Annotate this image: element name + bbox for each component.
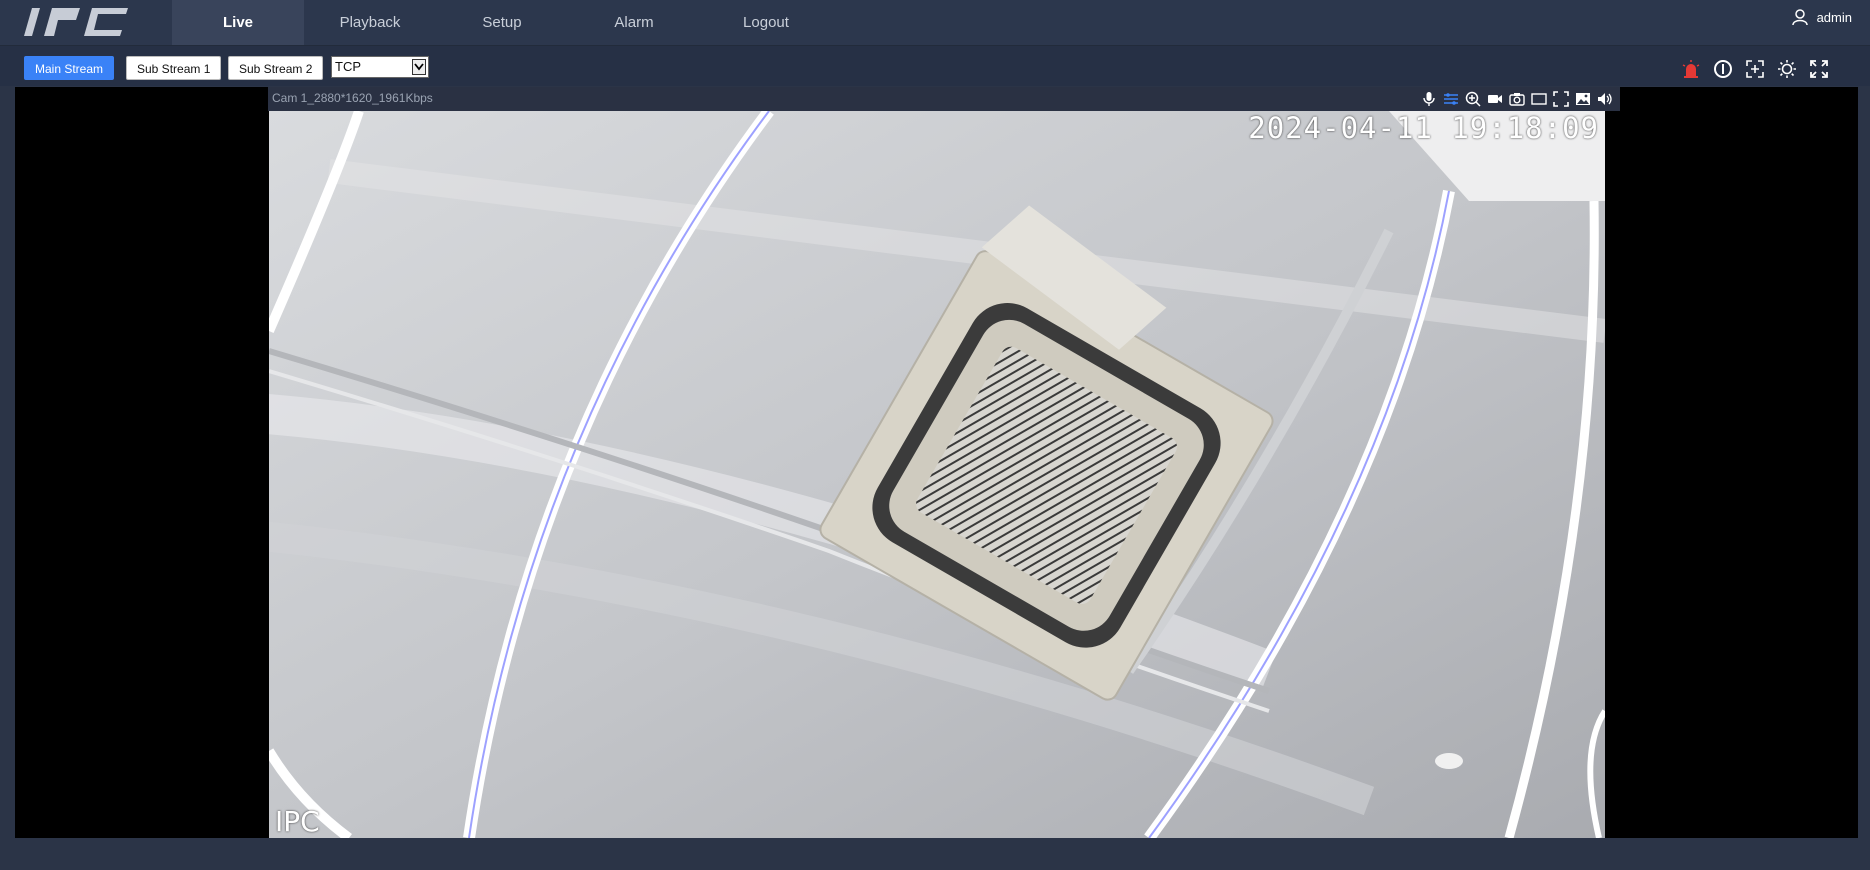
username: admin: [1816, 9, 1852, 25]
chevron-down-icon: [412, 59, 426, 75]
osd-timestamp: 2024-04-11 19:18:09: [1248, 111, 1599, 145]
nav-playback[interactable]: Playback: [304, 0, 436, 45]
main-nav: Live Playback Setup Alarm Logout: [172, 0, 832, 45]
user-menu[interactable]: admin: [1791, 8, 1852, 26]
camera-scene-image: [269, 111, 1605, 838]
nav-setup[interactable]: Setup: [436, 0, 568, 45]
footer-bar: [0, 838, 1870, 870]
speaker-icon[interactable]: [1596, 90, 1614, 108]
image-icon[interactable]: [1574, 90, 1592, 108]
video-header: Cam 1_2880*1620_1961Kbps: [268, 87, 1620, 111]
snapshot-icon[interactable]: [1508, 90, 1526, 108]
nav-logout[interactable]: Logout: [700, 0, 832, 45]
video-toolbar: [1420, 90, 1614, 108]
camera-video-feed[interactable]: 2024-04-11 19:18:09 IPC: [269, 111, 1605, 838]
nav-alarm[interactable]: Alarm: [568, 0, 700, 45]
protocol-value: TCP: [335, 59, 361, 74]
microphone-icon[interactable]: [1420, 90, 1438, 108]
protocol-select[interactable]: TCP: [331, 56, 429, 78]
video-title: Cam 1_2880*1620_1961Kbps: [272, 91, 433, 105]
stream-adjust-icon[interactable]: [1442, 90, 1460, 108]
record-icon[interactable]: [1486, 90, 1504, 108]
aspect-ratio-icon[interactable]: [1530, 90, 1548, 108]
video-fullscreen-icon[interactable]: [1552, 90, 1570, 108]
sub-stream-2-button[interactable]: Sub Stream 2: [228, 56, 324, 80]
brightness-icon[interactable]: [1776, 58, 1798, 80]
info-icon[interactable]: [1712, 58, 1734, 80]
zoom-in-icon[interactable]: [1464, 90, 1482, 108]
nav-live[interactable]: Live: [172, 0, 304, 45]
fullscreen-icon[interactable]: [1808, 58, 1830, 80]
alarm-siren-icon[interactable]: [1680, 58, 1702, 80]
main-stream-button[interactable]: Main Stream: [24, 56, 115, 80]
stream-toolbar: Main Stream Sub Stream 1 Sub Stream 2 TC…: [0, 46, 1870, 86]
add-window-icon[interactable]: [1744, 58, 1766, 80]
video-stage: Cam 1_2880*1620_1961Kbps 2024-04-11 19:1…: [15, 87, 1858, 838]
osd-camera-name: IPC: [275, 805, 320, 838]
user-icon: [1791, 9, 1808, 26]
sub-stream-1-button[interactable]: Sub Stream 1: [126, 56, 222, 80]
ipc-logo: [24, 8, 128, 36]
toolbar-right-icons: [1680, 58, 1830, 80]
top-navigation-bar: Live Playback Setup Alarm Logout admin: [0, 0, 1870, 46]
